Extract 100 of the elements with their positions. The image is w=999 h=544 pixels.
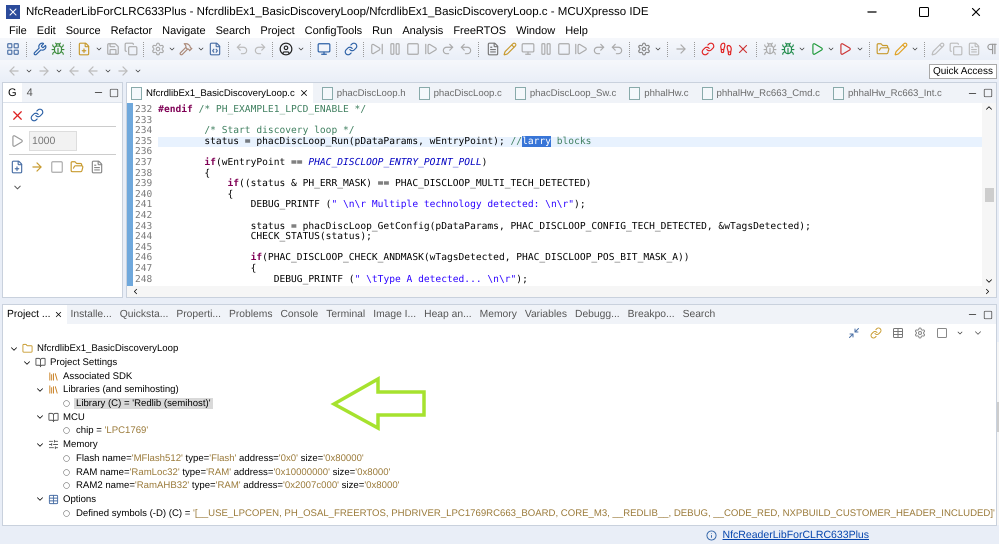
redo-icon[interactable] [252, 41, 267, 57]
grid-icon[interactable] [6, 41, 21, 57]
project-link[interactable]: NfcReaderLibForCLRC633Plus [722, 529, 869, 541]
tree-item[interactable]: Options [61, 494, 98, 505]
tree-item[interactable]: chip = 'LPC1769' [74, 425, 150, 436]
editor-tab[interactable]: phhalHw.c [625, 83, 693, 103]
debug-icon[interactable] [780, 41, 796, 57]
tree-item[interactable]: RAM name='RamLoc32' type='RAM' address='0x10000000' size='0x8000' [74, 466, 392, 478]
view-tab[interactable]: Project ... [3, 305, 66, 324]
editor-tab[interactable]: phacDiscLoop_Sw.c [510, 83, 620, 103]
view-tab[interactable]: Image I... [369, 305, 420, 324]
add-icon[interactable] [9, 159, 25, 175]
view-tab[interactable]: Variables [520, 305, 572, 324]
columns-icon[interactable] [538, 41, 554, 57]
menu-item[interactable]: Window [511, 24, 560, 38]
gear-icon[interactable] [150, 41, 166, 57]
doc-icon[interactable] [966, 41, 982, 57]
tree-item[interactable]: Project Settings [48, 357, 120, 368]
cog-icon[interactable] [636, 41, 651, 57]
view-tab[interactable]: Heap an... [420, 305, 476, 324]
pen-icon[interactable] [931, 41, 946, 57]
table-icon[interactable] [890, 325, 906, 341]
view-tab[interactable]: Properti... [172, 305, 225, 324]
wrench-icon[interactable] [32, 41, 48, 57]
tree-item[interactable]: MCU [61, 412, 87, 423]
view-tab[interactable]: Debugg... [571, 305, 624, 324]
folder-icon[interactable] [69, 159, 85, 175]
square-icon[interactable] [934, 325, 950, 341]
close-icon[interactable] [298, 88, 309, 98]
run-tool-icon[interactable] [838, 41, 853, 57]
menu-item[interactable]: Analysis [397, 24, 448, 38]
pencil-icon[interactable] [503, 41, 518, 57]
view-tab[interactable]: Memory [476, 305, 521, 324]
new-file-icon[interactable] [77, 41, 92, 57]
view-tab[interactable]: Quicksta... [116, 305, 172, 324]
gear-icon[interactable] [912, 325, 928, 341]
editor-tab[interactable]: phhalHw_Rc663_Int.c [828, 83, 946, 103]
display-icon[interactable] [520, 41, 536, 57]
tree-item[interactable]: Library (C) = 'Redlib (semihost)' [74, 398, 213, 410]
list-icon[interactable] [485, 41, 500, 57]
view-tab[interactable]: Console [276, 305, 322, 324]
menu-item[interactable]: Navigate [157, 24, 211, 38]
editor-tab[interactable]: NfcrdlibEx1_BasicDiscoveryLoop.c [127, 83, 313, 103]
curve-back-icon[interactable] [610, 41, 624, 57]
file-icon[interactable] [208, 41, 223, 57]
menu-item[interactable]: Edit [32, 24, 61, 38]
menu-item[interactable]: Help [560, 24, 593, 38]
close-icon[interactable] [969, 5, 983, 19]
folder-open-icon[interactable] [876, 41, 890, 57]
undo-icon[interactable] [234, 41, 250, 57]
tree-item[interactable]: Libraries (and semihosting) [61, 384, 181, 396]
view-tab[interactable]: Terminal [322, 305, 370, 324]
tree-item[interactable]: Memory [61, 439, 100, 450]
monitor-icon[interactable] [316, 41, 332, 57]
menu-item[interactable]: Project [255, 24, 300, 38]
copy-icon[interactable] [124, 41, 138, 57]
menu-item[interactable]: Refactor [106, 24, 158, 38]
stop-icon[interactable] [405, 41, 420, 57]
pause-icon[interactable] [388, 41, 402, 57]
menu-item[interactable]: Source [60, 24, 106, 38]
tree-item[interactable]: Associated SDK [61, 370, 134, 382]
square-icon[interactable] [556, 41, 572, 57]
hammer-icon[interactable] [179, 41, 194, 57]
menu-item[interactable]: Search [210, 24, 256, 38]
menu-item[interactable]: Run [367, 24, 398, 38]
menu-item[interactable]: File [4, 24, 32, 38]
editor-tab[interactable]: phacDiscLoop.h [318, 83, 410, 103]
curve-icon[interactable] [592, 41, 607, 57]
save-icon[interactable] [106, 41, 121, 57]
user-icon[interactable] [278, 41, 294, 57]
menu-item[interactable]: ConfigTools [300, 24, 368, 38]
view-tab[interactable]: Installe... [66, 305, 116, 324]
step-icon[interactable] [423, 41, 438, 57]
connect-icon[interactable] [29, 107, 45, 123]
view-tab[interactable]: G [3, 83, 22, 102]
tree-item[interactable]: Flash name='MFlash512' type='Flash' address='0x0' size='0x80000' [74, 452, 366, 464]
scrollbar-thumb[interactable] [984, 188, 994, 202]
marker-icon[interactable] [893, 41, 908, 57]
quick-access-button[interactable]: Quick Access [928, 64, 997, 78]
maximize-icon[interactable] [918, 6, 930, 18]
tree-item[interactable]: RAM2 name='RamAHB32' type='RAM' address='0x2007c000' size='0x8000' [74, 480, 402, 492]
close-icon[interactable] [54, 310, 62, 319]
editor-tab[interactable]: phhalHw_Rc663_Cmd.c [698, 83, 824, 103]
link-icon[interactable] [700, 41, 716, 57]
scroll-right-icon[interactable] [983, 287, 992, 296]
editor-tab[interactable]: phacDiscLoop.c [414, 83, 506, 103]
resume-icon[interactable] [370, 41, 385, 57]
step-into-icon[interactable] [574, 41, 589, 57]
bug-outline-icon[interactable] [762, 41, 778, 57]
page-icon[interactable] [948, 41, 964, 57]
bug-icon[interactable] [50, 41, 66, 57]
view-tab[interactable]: 4 [22, 83, 38, 102]
tree-item[interactable]: NfcrdlibEx1_BasicDiscoveryLoop [35, 343, 180, 354]
view-tab[interactable]: Search [678, 305, 720, 324]
view-tab[interactable]: Problems [225, 305, 276, 324]
view-tab[interactable]: Breakpo... [624, 305, 679, 324]
chain-icon[interactable] [343, 41, 358, 57]
scroll-left-icon[interactable] [131, 287, 140, 296]
menu-item[interactable]: FreeRTOS [448, 24, 512, 38]
tree-item[interactable]: Defined symbols (-D) (C) = '[__USE_LPCOPEN, PH_OSAL_FREERTOS, PHDRIVER_LPC1769RC663_BOARD, CORE_M3, __REDLIB__, DEBUG, __CODE_RED, NXPBUILD_CUSTOMER_HEADER_INCLUDED]' [74, 508, 997, 519]
